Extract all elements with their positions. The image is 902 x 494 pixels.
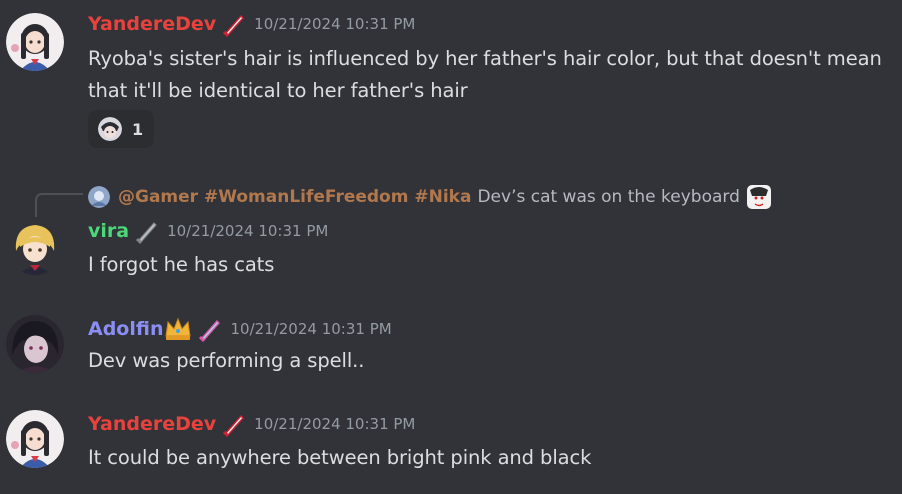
message: vira 10/21/2024 10:31 PM I forgot he has… [0, 205, 902, 285]
reply-text: Dev’s cat was on the keyboard [477, 187, 740, 207]
author-name[interactable]: YandereDev [88, 413, 216, 435]
message-text: Dev was performing a spell.. [88, 349, 365, 372]
message-text: It could be anywhere between bright pink… [88, 446, 592, 469]
avatar-vira[interactable] [6, 217, 64, 275]
message: YandereDev 10/21/2024 10:31 PM Ryoba's s… [0, 0, 902, 160]
message-text: Ryoba's sister's hair is influenced by h… [88, 47, 882, 102]
reply-author[interactable]: @Gamer #WomanLifeFreedom #Nika [118, 187, 471, 207]
timestamp[interactable]: 10/21/2024 10:31 PM [230, 320, 391, 338]
sword-icon[interactable] [220, 410, 248, 438]
message: Adolfin 10/21/2024 10:31 PM Dev was perf… [0, 305, 902, 385]
sword-icon[interactable] [196, 315, 224, 343]
reaction-button[interactable]: 1 [88, 110, 154, 148]
anime-face-emoji-icon [98, 117, 122, 141]
author-name[interactable]: YandereDev [88, 13, 216, 35]
avatar-adolfin[interactable] [6, 315, 64, 373]
sword-icon[interactable] [220, 10, 248, 38]
timestamp[interactable]: 10/21/2024 10:31 PM [167, 222, 328, 240]
reaction-count: 1 [132, 119, 144, 139]
sword-icon[interactable] [133, 217, 161, 245]
author-name[interactable]: Adolfin [88, 318, 163, 340]
avatar-yanderedev[interactable] [6, 13, 64, 71]
timestamp[interactable]: 10/21/2024 10:31 PM [254, 415, 415, 433]
timestamp[interactable]: 10/21/2024 10:31 PM [254, 15, 415, 33]
message-text: I forgot he has cats [88, 253, 275, 276]
crown-icon[interactable] [164, 316, 192, 342]
author-name[interactable]: vira [88, 220, 129, 242]
avatar-yanderedev[interactable] [6, 410, 64, 468]
message: YandereDev 10/21/2024 10:31 PM It could … [0, 400, 902, 494]
